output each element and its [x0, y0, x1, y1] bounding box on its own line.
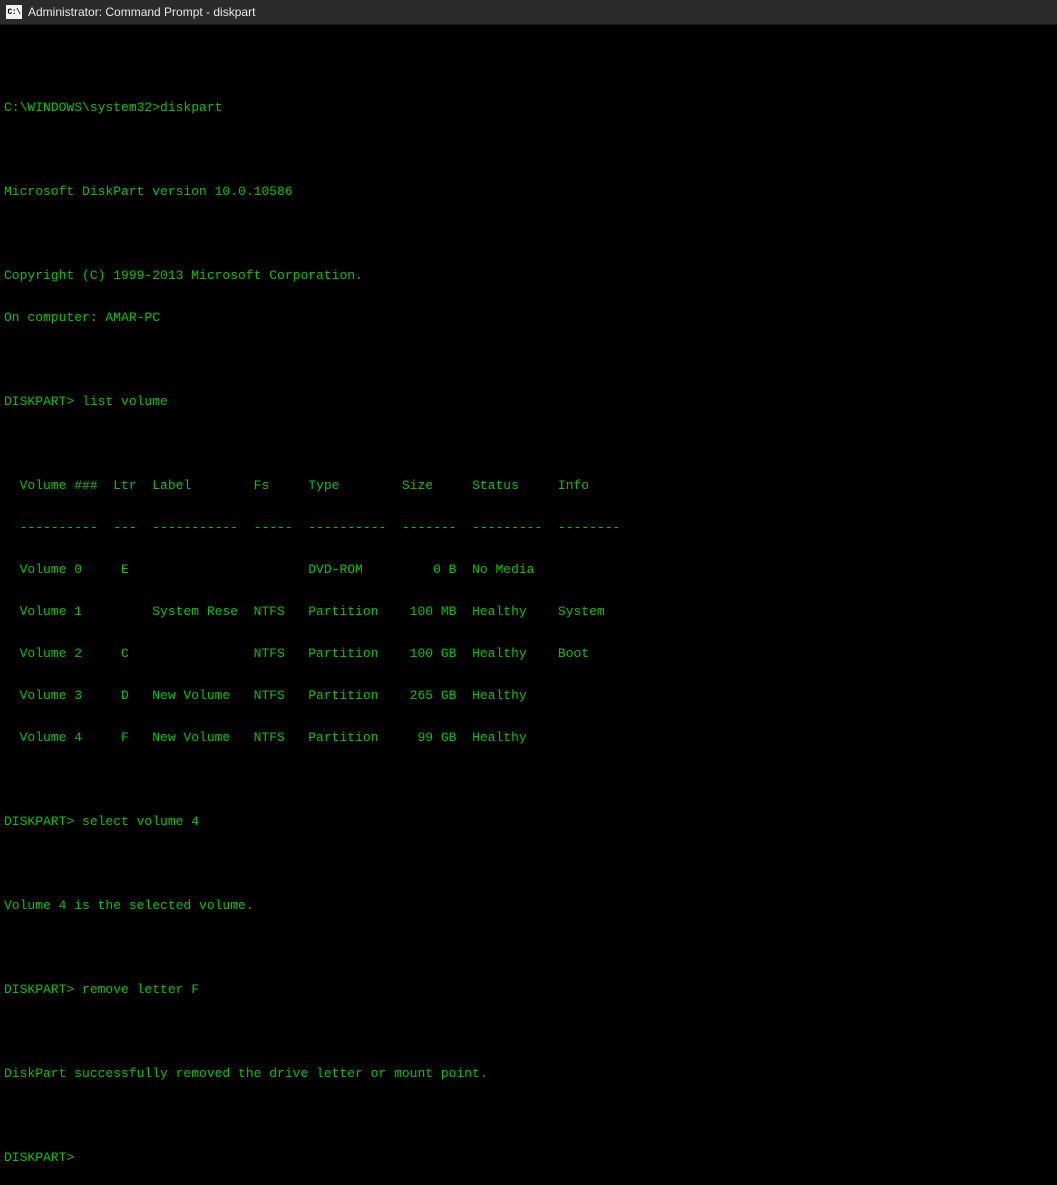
command-list-volume: DISKPART> list volume	[4, 395, 1053, 409]
volume-header: Volume ### Ltr Label Fs Type Size Status…	[4, 479, 1053, 493]
volume-row-1: Volume 1 System Rese NTFS Partition 100 …	[4, 605, 1053, 619]
copyright-line: Copyright (C) 1999-2013 Microsoft Corpor…	[4, 269, 1053, 283]
volume-divider: ---------- --- ----------- ----- -------…	[4, 521, 1053, 535]
select-confirm: Volume 4 is the selected volume.	[4, 899, 1053, 913]
command-select-volume: DISKPART> select volume 4	[4, 815, 1053, 829]
volume-row-0: Volume 0 E DVD-ROM 0 B No Media	[4, 563, 1053, 577]
prompt-line: C:\WINDOWS\system32>diskpart	[4, 101, 1053, 115]
volume-row-2: Volume 2 C NTFS Partition 100 GB Healthy…	[4, 647, 1053, 661]
computer-line: On computer: AMAR-PC	[4, 311, 1053, 325]
volume-row-4: Volume 4 F New Volume NTFS Partition 99 …	[4, 731, 1053, 745]
terminal-output[interactable]: C:\WINDOWS\system32>diskpart Microsoft D…	[0, 25, 1057, 1185]
current-prompt: DISKPART>	[4, 1151, 1053, 1165]
command-remove-letter: DISKPART> remove letter F	[4, 983, 1053, 997]
diskpart-version: Microsoft DiskPart version 10.0.10586	[4, 185, 1053, 199]
cmd-icon: C:\	[6, 5, 22, 19]
titlebar[interactable]: C:\ Administrator: Command Prompt - disk…	[0, 0, 1057, 25]
volume-row-3: Volume 3 D New Volume NTFS Partition 265…	[4, 689, 1053, 703]
window-title: Administrator: Command Prompt - diskpart	[28, 5, 255, 19]
remove-confirm: DiskPart successfully removed the drive …	[4, 1067, 1053, 1081]
